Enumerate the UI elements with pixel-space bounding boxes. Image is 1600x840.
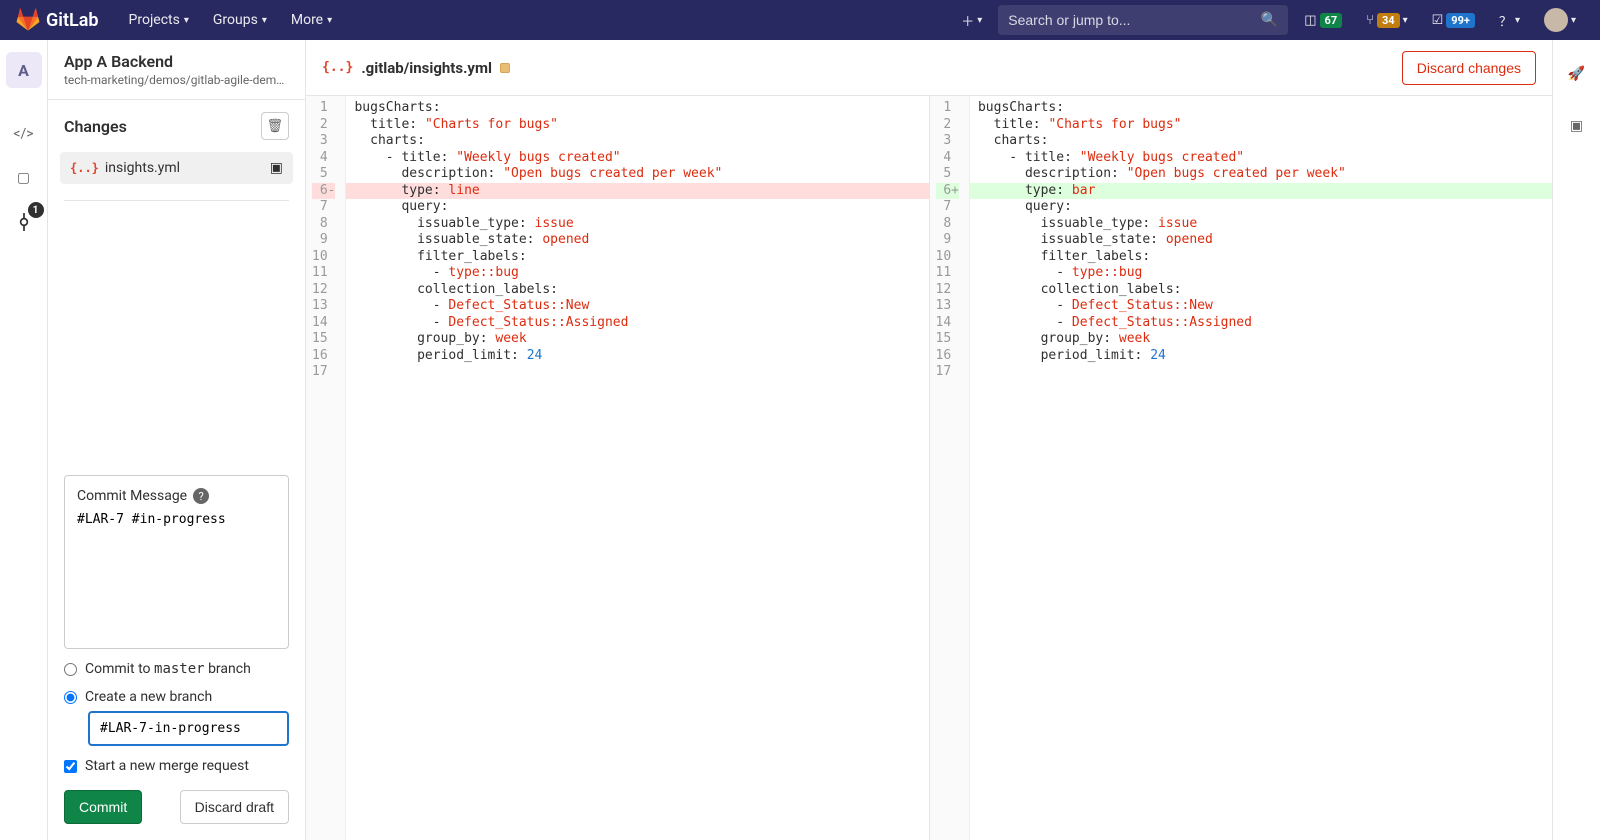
- center-area: {..} .gitlab/insights.yml Discard change…: [306, 40, 1600, 840]
- pipelines-button[interactable]: 🚀: [1559, 56, 1595, 92]
- mrs-count: 34: [1377, 13, 1400, 28]
- user-menu[interactable]: ▾: [1536, 4, 1584, 36]
- rocket-icon: 🚀: [1568, 66, 1585, 82]
- modified-indicator: [500, 63, 510, 73]
- chevron-down-icon: ▾: [184, 15, 189, 26]
- yaml-icon: {..}: [70, 161, 99, 175]
- changed-file-item[interactable]: {..} insights.yml ▣: [60, 152, 293, 184]
- diff-view: 1 2 3 4 5 6- 7 8 9 10 11 12 13 14 15 16 …: [306, 96, 1552, 840]
- terminal-icon: ▣: [1570, 118, 1583, 134]
- chevron-down-icon: ▾: [1571, 15, 1576, 26]
- commit-to-branch-option[interactable]: Commit to master branch: [64, 661, 289, 677]
- issues-link[interactable]: ◫ 67: [1296, 9, 1350, 32]
- commit-message-box: Commit Message ?: [64, 475, 289, 649]
- issues-count: 67: [1320, 13, 1343, 28]
- ide-workspace: A </> ▢ 1 App A Backend tech-marketing/d…: [0, 40, 1600, 840]
- commit-message-input[interactable]: [77, 512, 276, 632]
- line-numbers-right: 1 2 3 4 5 6+ 7 8 9 10 11 12 13 14 15 16 …: [930, 96, 970, 840]
- brand-text: GitLab: [46, 10, 99, 31]
- help-dropdown[interactable]: ？▾: [1491, 7, 1528, 34]
- review-icon: ▢: [17, 170, 30, 186]
- todos-count: 99+: [1446, 13, 1475, 28]
- chevron-down-icon: ▾: [262, 15, 267, 26]
- chevron-down-icon: ▾: [1403, 15, 1408, 26]
- file-path: {..} .gitlab/insights.yml: [322, 59, 510, 77]
- discard-all-button[interactable]: 🗑: [261, 112, 289, 140]
- start-mr-checkbox[interactable]: [64, 760, 77, 773]
- changes-label: Changes: [64, 117, 127, 136]
- create-branch-option[interactable]: Create a new branch: [64, 689, 289, 705]
- line-numbers-left: 1 2 3 4 5 6- 7 8 9 10 11 12 13 14 15 16 …: [306, 96, 346, 840]
- separator: [64, 200, 289, 201]
- chevron-down-icon: ▾: [327, 15, 332, 26]
- chevron-down-icon: ▾: [1515, 15, 1520, 26]
- breadcrumb: tech-marketing/demos/gitlab-agile-demo/l…: [64, 73, 289, 87]
- discard-draft-button[interactable]: Discard draft: [180, 790, 289, 824]
- mrs-link[interactable]: ⑂34▾: [1358, 9, 1415, 32]
- avatar: [1544, 8, 1568, 32]
- question-icon: ？: [1499, 11, 1512, 30]
- start-mr-label: Start a new merge request: [85, 758, 249, 774]
- edit-view[interactable]: </>: [6, 116, 42, 152]
- create-branch-label: Create a new branch: [85, 689, 212, 705]
- trash-icon: 🗑: [267, 118, 284, 134]
- nav-menu: Projects▾ Groups▾ More▾: [119, 6, 343, 34]
- diff-left-pane: 1 2 3 4 5 6- 7 8 9 10 11 12 13 14 15 16 …: [306, 96, 930, 840]
- branch-name-input[interactable]: [88, 711, 289, 746]
- commit-button[interactable]: Commit: [64, 790, 142, 824]
- file-name: insights.yml: [105, 160, 180, 176]
- right-sidebar: 🚀 ▣: [1552, 40, 1600, 840]
- activity-bar: A </> ▢ 1: [0, 40, 48, 840]
- code-right[interactable]: bugsCharts: title: "Charts for bugs" cha…: [970, 96, 1552, 840]
- diff-right-pane: 1 2 3 4 5 6+ 7 8 9 10 11 12 13 14 15 16 …: [930, 96, 1553, 840]
- changes-header: Changes 🗑: [48, 100, 305, 152]
- start-mr-option[interactable]: Start a new merge request: [64, 758, 289, 774]
- brand-logo[interactable]: GitLab: [16, 8, 99, 32]
- gitlab-icon: [16, 8, 40, 32]
- merge-request-icon: ⑂: [1366, 13, 1374, 28]
- commit-view[interactable]: 1: [6, 204, 42, 240]
- code-icon: </>: [13, 126, 33, 142]
- commit-panel: Commit Message ? Commit to master branch…: [48, 459, 305, 840]
- code-left[interactable]: bugsCharts: title: "Charts for bugs" cha…: [346, 96, 928, 840]
- unstage-icon[interactable]: ▣: [270, 160, 283, 176]
- commit-message-label: Commit Message: [77, 488, 187, 504]
- top-navbar: GitLab Projects▾ Groups▾ More▾ ＋▾ 🔍 ◫67 …: [0, 0, 1600, 40]
- new-dropdown[interactable]: ＋▾: [953, 7, 990, 34]
- editor: {..} .gitlab/insights.yml Discard change…: [306, 40, 1552, 840]
- left-panel: App A Backend tech-marketing/demos/gitla…: [48, 40, 306, 840]
- project-title: App A Backend: [64, 52, 289, 71]
- terminal-button[interactable]: ▣: [1559, 108, 1595, 144]
- plus-icon: ＋: [961, 11, 974, 30]
- chevron-down-icon: ▾: [977, 15, 982, 26]
- file-path-text: .gitlab/insights.yml: [361, 59, 492, 77]
- nav-groups[interactable]: Groups▾: [203, 6, 277, 34]
- nav-projects[interactable]: Projects▾: [119, 6, 199, 34]
- yaml-icon: {..}: [322, 60, 353, 75]
- editor-header: {..} .gitlab/insights.yml Discard change…: [306, 40, 1552, 96]
- staged-count: 1: [28, 202, 44, 218]
- review-view[interactable]: ▢: [6, 160, 42, 196]
- commit-to-branch-radio[interactable]: [64, 663, 77, 676]
- search-input[interactable]: [1008, 12, 1253, 28]
- project-avatar[interactable]: A: [6, 52, 42, 88]
- issue-icon: ◫: [1304, 13, 1316, 28]
- project-header: App A Backend tech-marketing/demos/gitla…: [48, 40, 305, 100]
- discard-changes-button[interactable]: Discard changes: [1402, 51, 1536, 85]
- todos-link[interactable]: ☑99+: [1424, 9, 1483, 32]
- todo-icon: ☑: [1432, 13, 1444, 28]
- nav-more[interactable]: More▾: [281, 6, 342, 34]
- help-icon[interactable]: ?: [193, 488, 209, 504]
- search-icon: 🔍: [1261, 12, 1278, 28]
- create-branch-radio[interactable]: [64, 691, 77, 704]
- global-search[interactable]: 🔍: [998, 5, 1288, 35]
